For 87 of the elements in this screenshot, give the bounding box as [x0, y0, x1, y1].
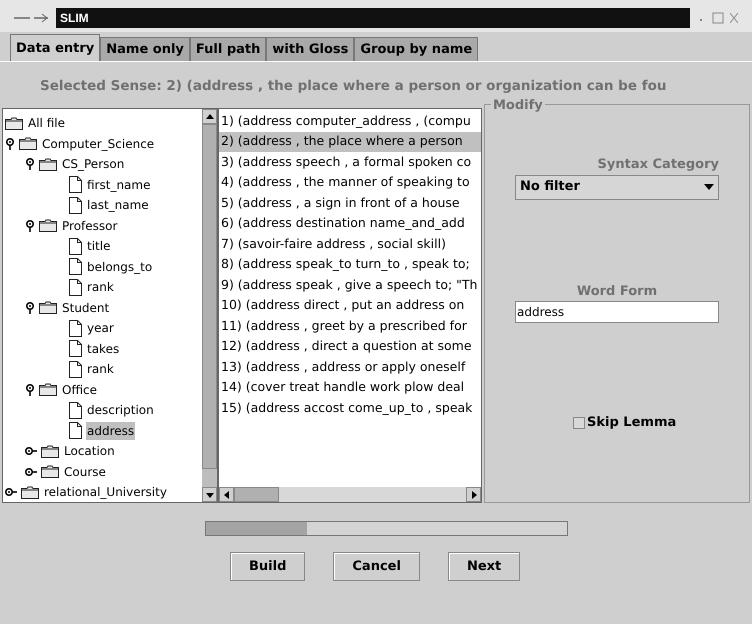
folder-icon [19, 137, 37, 150]
list-item[interactable]: 8) (address speak_to turn_to , speak to; [219, 254, 481, 275]
document-icon [69, 176, 82, 194]
tree-item[interactable]: Location [63, 442, 116, 460]
expanded-handle-icon[interactable] [25, 158, 35, 170]
document-icon [69, 360, 82, 378]
document-icon [69, 422, 82, 440]
tree-item[interactable]: Office [61, 380, 98, 399]
scroll-left-button[interactable] [219, 487, 234, 502]
action-button[interactable]: Cancel [333, 552, 420, 581]
folder-icon [21, 486, 39, 499]
tree-item[interactable]: Course [63, 462, 107, 481]
close-icon[interactable] [730, 12, 738, 24]
action-button[interactable]: Next [448, 552, 520, 581]
folder-icon [5, 116, 23, 130]
collapsed-handle-icon[interactable] [5, 487, 17, 498]
folder-icon [39, 301, 57, 314]
list-item[interactable]: 1) (address computer_address , (compu [219, 111, 481, 132]
dropdown-arrow-icon [704, 184, 714, 190]
list-item[interactable]: 5) (address , a sign in front of a house [219, 193, 481, 214]
list-item[interactable]: 7) (savoir-faire address , social skill) [219, 234, 481, 254]
folder-icon [39, 158, 57, 171]
tree-item[interactable]: description [86, 401, 155, 420]
list-item[interactable]: 4) (address , the manner of speaking to [219, 172, 481, 193]
tab[interactable]: Name only [100, 37, 190, 61]
tree-item[interactable]: first_name [86, 176, 152, 194]
field-label: Word Form [576, 282, 658, 300]
field-label: Syntax Category [598, 156, 719, 174]
folder-icon [41, 465, 59, 478]
window-title: SLIM [56, 8, 690, 28]
tree-item[interactable]: All file [27, 114, 66, 132]
document-icon [69, 340, 82, 358]
syntax-category-dropdown[interactable]: No filter [515, 174, 719, 200]
tab[interactable]: Full path [190, 37, 266, 61]
document-icon [69, 258, 82, 276]
collapsed-handle-icon[interactable] [25, 446, 37, 456]
expanded-handle-icon[interactable] [25, 220, 35, 232]
document-icon [69, 402, 82, 419]
word-form-field[interactable]: address [515, 301, 719, 323]
scroll-up-button[interactable] [202, 109, 217, 124]
tree-item[interactable]: CS_Person [61, 155, 126, 174]
folder-icon [41, 444, 59, 458]
selected-sense: Selected Sense: 2) (address , the place where a person or organization can be fou [40, 77, 666, 96]
skip-lemma-checkbox[interactable]: Skip Lemma [573, 413, 719, 432]
collapsed-handle-icon[interactable] [25, 466, 37, 477]
tree-item[interactable]: rank [86, 278, 115, 296]
list-item[interactable]: 11) (address , greet by a prescribed for [219, 316, 481, 336]
tree-item[interactable]: title [86, 237, 112, 256]
list-item[interactable]: 15) (address accost come_up_to , speak [219, 398, 481, 418]
list-item[interactable]: 9) (address speak , give a speech to; "Th [219, 275, 481, 296]
expanded-handle-icon[interactable] [25, 384, 35, 396]
expanded-handle-icon[interactable] [5, 138, 15, 150]
expanded-handle-icon[interactable] [25, 302, 35, 314]
tree-item[interactable]: address [86, 422, 136, 440]
tree-item[interactable]: Student [61, 298, 110, 317]
document-icon [69, 278, 82, 296]
list-item[interactable]: 2) (address , the place where a person [219, 132, 481, 152]
list-item[interactable]: 13) (address , address or apply oneself [219, 357, 481, 378]
tree-item[interactable]: Computer_Science [41, 134, 156, 153]
list-item[interactable]: 3) (address speech , a formal spoken co [219, 152, 481, 172]
list-item[interactable]: 12) (address , direct a question at some [219, 336, 481, 357]
scrollbar-thumb[interactable] [202, 124, 217, 469]
folder-icon [39, 219, 57, 232]
tree-item[interactable]: last_name [86, 196, 150, 214]
tree-item[interactable]: rank [86, 360, 115, 378]
document-icon [69, 238, 82, 255]
scrollbar-thumb[interactable] [234, 487, 279, 502]
list-item[interactable]: 10) (address direct , put an address on [219, 296, 481, 316]
scroll-down-button[interactable] [202, 487, 217, 502]
window-menu-icon[interactable] [14, 13, 50, 23]
scroll-right-button[interactable] [466, 487, 481, 502]
tree-item[interactable]: year [86, 319, 115, 338]
tab[interactable]: with Gloss [266, 37, 354, 61]
action-button[interactable]: Build [230, 552, 306, 581]
arrow-icon [204, 112, 214, 122]
tree-item[interactable]: relational_University [43, 483, 168, 502]
tab[interactable]: Data entry [10, 34, 100, 61]
list-item[interactable]: 14) (cover treat handle work plow deal [219, 378, 481, 398]
document-icon [69, 196, 82, 214]
tree-item[interactable]: takes [86, 340, 120, 358]
maximize-icon[interactable] [712, 12, 724, 24]
tab[interactable]: Group by name [354, 37, 478, 61]
list-item[interactable]: 6) (address destination name_and_add [219, 214, 481, 234]
tree-item[interactable]: Professor [61, 216, 118, 235]
tree-item[interactable]: belongs_to [86, 258, 154, 276]
document-icon [69, 320, 82, 337]
folder-icon [39, 383, 57, 396]
